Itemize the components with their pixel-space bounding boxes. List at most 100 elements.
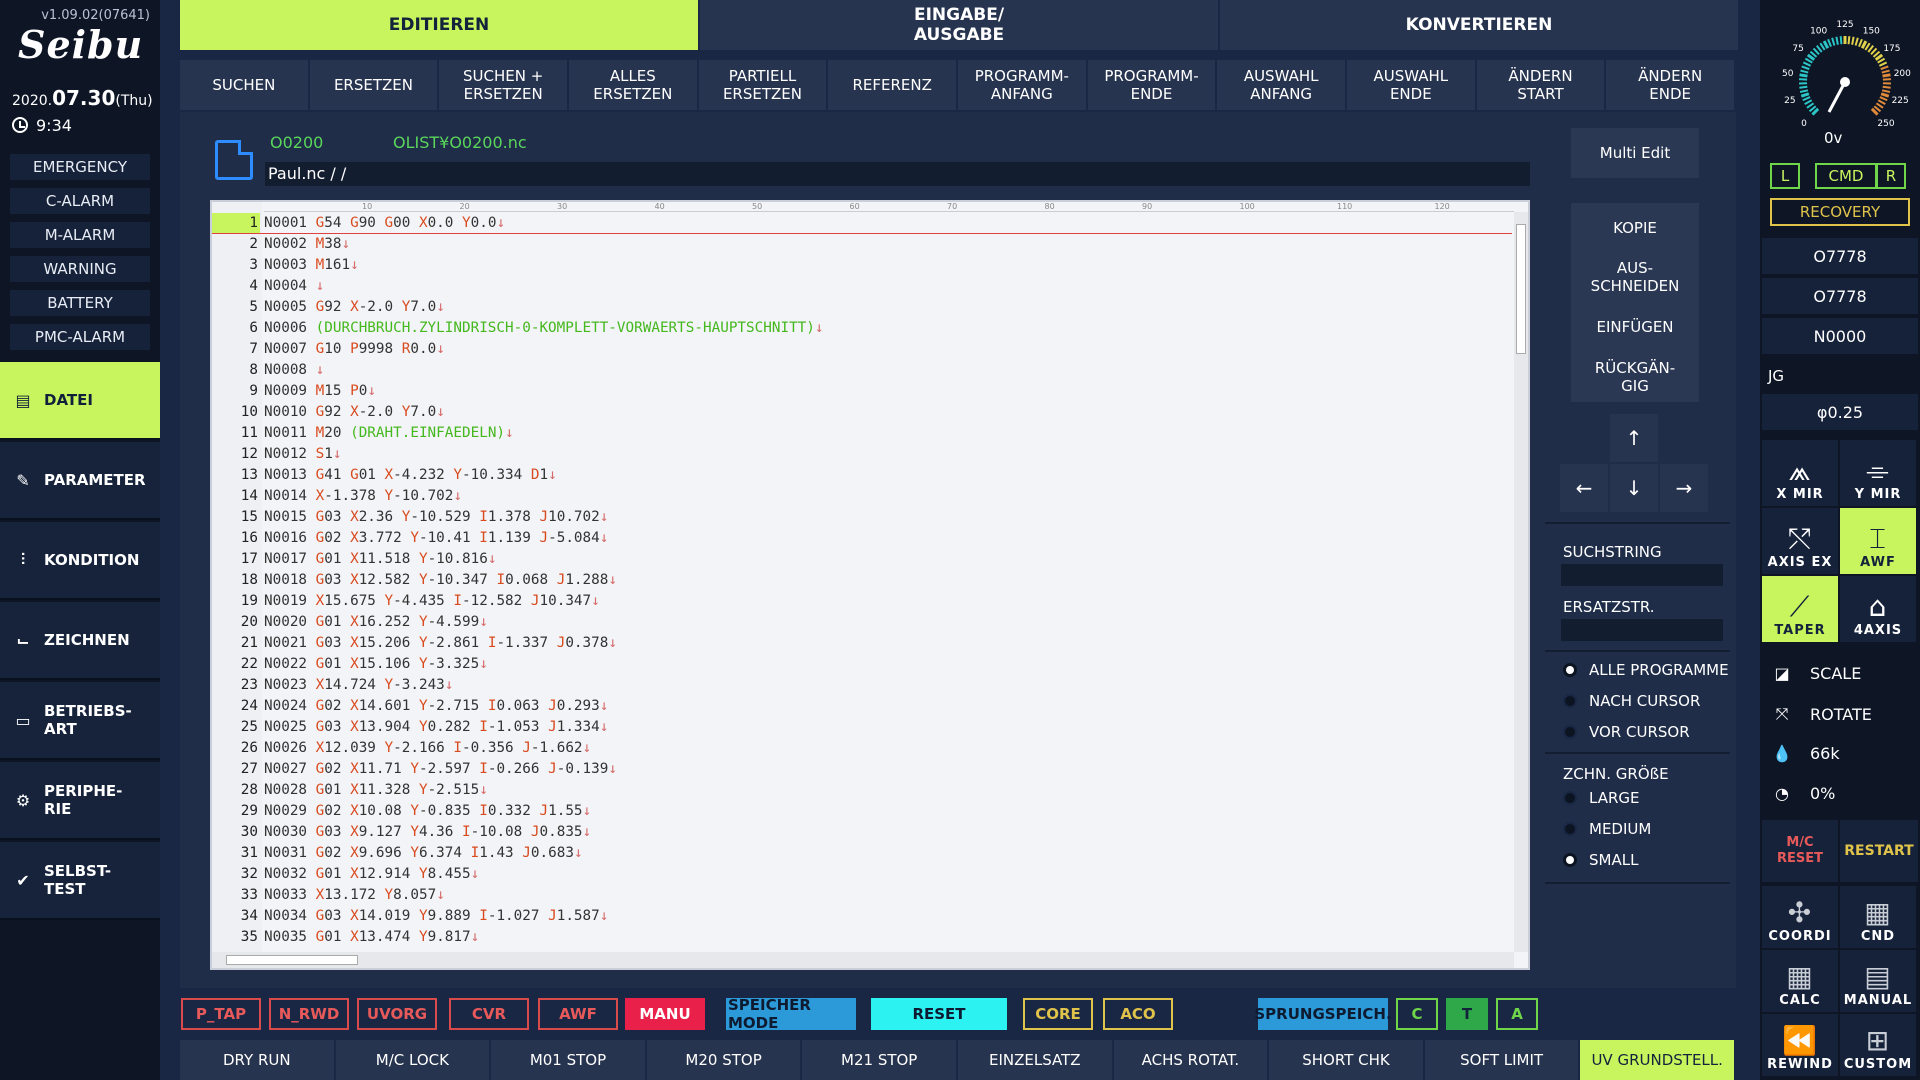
multi-edit-button[interactable]: Multi Edit [1571, 128, 1699, 178]
scope-nach-cursor-radio[interactable]: NACH CURSOR [1563, 692, 1700, 710]
horizontal-scrollbar[interactable] [212, 952, 1514, 968]
code-line[interactable]: 5 N0005 G92 X-2.0 Y7.0↓ [212, 297, 1512, 318]
tab-editieren[interactable]: EDITIEREN [180, 0, 700, 50]
size-large-radio[interactable]: LARGE [1563, 789, 1640, 807]
toolbar-suchen-ersetzen-button[interactable]: SUCHEN + ERSETZEN [439, 60, 569, 110]
cnd-button[interactable]: ▦ CND [1840, 886, 1916, 948]
paste-button[interactable]: EINFÜGEN [1571, 302, 1699, 352]
arrow-left-button[interactable]: ← [1560, 464, 1608, 512]
recovery-button[interactable]: RECOVERY [1770, 198, 1910, 226]
taper-button[interactable]: ⟋ TAPER [1762, 576, 1838, 642]
cut-button[interactable]: AUS- SCHNEIDEN [1571, 252, 1699, 302]
y-mir-button[interactable]: ⌯ Y MIR [1840, 440, 1916, 506]
toolbar-alles-ersetzen-button[interactable]: ALLES ERSETZEN [569, 60, 699, 110]
nav-periphe-rie[interactable]: ⚙ PERIPHE- RIE [0, 762, 160, 840]
arrow-up-button[interactable]: ↑ [1610, 414, 1658, 462]
code-line[interactable]: 9 N0009 M15 P0↓ [212, 381, 1512, 402]
toolbar-auswahl-anfang-button[interactable]: AUSWAHL ANFANG [1217, 60, 1347, 110]
nav-kondition[interactable]: ⫶ KONDITION [0, 522, 160, 600]
code-line[interactable]: 1 N0001 G54 G90 G00 X0.0 Y0.0↓ [212, 213, 1512, 234]
code-line[interactable]: 33 N0033 X13.172 Y8.057↓ [212, 885, 1512, 906]
size-medium-radio[interactable]: MEDIUM [1563, 820, 1651, 838]
vertical-scroll-thumb[interactable] [1516, 224, 1526, 354]
horizontal-scroll-thumb[interactable] [226, 955, 358, 965]
code-line[interactable]: 23 N0023 X14.724 Y-3.243↓ [212, 675, 1512, 696]
code-line[interactable]: 10 N0010 G92 X-2.0 Y7.0↓ [212, 402, 1512, 423]
manual-button[interactable]: ▤ MANUAL [1840, 950, 1916, 1012]
toolbar-referenz-button[interactable]: REFERENZ [828, 60, 958, 110]
scope-alle-programme-radio[interactable]: ALLE PROGRAMME [1563, 661, 1729, 679]
nav-betriebs-art[interactable]: ▭ BETRIEBS- ART [0, 682, 160, 760]
toolbar-auswahl-ende-button[interactable]: AUSWAHL ENDE [1347, 60, 1477, 110]
tab-konvertieren[interactable]: KONVERTIEREN [1220, 0, 1740, 50]
code-line[interactable]: 21 N0021 G03 X15.206 Y-2.861 I-1.337 J0.3… [212, 633, 1512, 654]
awf-button[interactable]: ⌶ AWF [1840, 508, 1916, 574]
code-line[interactable]: 11 N0011 M20 (DRAHT.EINFAEDELN)↓ [212, 423, 1512, 444]
mode-soft-limit-button[interactable]: SOFT LIMIT [1424, 1040, 1581, 1080]
vertical-scrollbar[interactable] [1514, 212, 1528, 952]
code-line[interactable]: 35 N0035 G01 X13.474 Y9.817↓ [212, 927, 1512, 948]
nav-datei[interactable]: ▤ DATEI [0, 362, 160, 440]
mode-m01-stop-button[interactable]: M01 STOP [491, 1040, 647, 1080]
size-small-radio[interactable]: SMALL [1563, 851, 1638, 869]
search-string-input[interactable] [1561, 564, 1723, 586]
code-line[interactable]: 19 N0019 X15.675 Y-4.435 I-12.582 J10.347… [212, 591, 1512, 612]
code-line[interactable]: 25 N0025 G03 X13.904 Y0.282 I-1.053 J1.33… [212, 717, 1512, 738]
scale-row[interactable]: ◪ SCALE [1770, 664, 1861, 683]
tab-eingabe-ausgabe[interactable]: EINGABE/ AUSGABE [700, 0, 1220, 50]
mode-dry-run-button[interactable]: DRY RUN [180, 1040, 336, 1080]
code-line[interactable]: 12 N0012 S1↓ [212, 444, 1512, 465]
undo-button[interactable]: RÜCKGÄN- GIG [1571, 352, 1699, 402]
code-line[interactable]: 27 N0027 G02 X11.71 Y-2.597 I-0.266 J-0.1… [212, 759, 1512, 780]
toolbar-partiell-ersetzen-button[interactable]: PARTIELL ERSETZEN [698, 60, 829, 110]
toolbar-ändern-start-button[interactable]: ÄNDERN START [1476, 60, 1607, 110]
code-line[interactable]: 4 N0004 ↓ [212, 276, 1512, 297]
code-line[interactable]: 15 N0015 G03 X2.36 Y-10.529 I1.378 J10.70… [212, 507, 1512, 528]
code-line[interactable]: 30 N0030 G03 X9.127 Y4.36 I-10.08 J0.835↓ [212, 822, 1512, 843]
code-line[interactable]: 8 N0008 ↓ [212, 360, 1512, 381]
mode-einzelsatz-button[interactable]: EINZELSATZ [958, 1040, 1114, 1080]
code-line[interactable]: 7 N0007 G10 P9998 R0.0↓ [212, 339, 1512, 360]
nav-selbst-test[interactable]: ✔ SELBST- TEST [0, 842, 160, 920]
mode-achs-rotat-button[interactable]: ACHS ROTAT. [1113, 1040, 1270, 1080]
x-mir-button[interactable]: ⩕ X MIR [1762, 440, 1838, 506]
code-line[interactable]: 29 N0029 G02 X10.08 Y-0.835 I0.332 J1.55↓ [212, 801, 1512, 822]
custom-button[interactable]: ⊞ CUSTOM [1840, 1014, 1916, 1076]
axis-ex-button[interactable]: ⤲ AXIS EX [1762, 508, 1838, 574]
restart-button[interactable]: RESTART [1840, 820, 1918, 882]
code-line[interactable]: 20 N0020 G01 X16.252 Y-4.599↓ [212, 612, 1512, 633]
toolbar-programm-ende-button[interactable]: PROGRAMM- ENDE [1087, 60, 1218, 110]
scope-vor-cursor-radio[interactable]: VOR CURSOR [1563, 723, 1690, 741]
mode-m21-stop-button[interactable]: M21 STOP [802, 1040, 958, 1080]
coordi-button[interactable]: ✣ COORDI [1762, 886, 1838, 948]
code-line[interactable]: 34 N0034 G03 X14.019 Y9.889 I-1.027 J1.58… [212, 906, 1512, 927]
arrow-right-button[interactable]: → [1660, 464, 1708, 512]
toolbar-suchen-button[interactable]: SUCHEN [180, 60, 310, 110]
nav-parameter[interactable]: ✎ PARAMETER [0, 442, 160, 520]
code-line[interactable]: 14 N0014 X-1.378 Y-10.702↓ [212, 486, 1512, 507]
toolbar-ändern-ende-button[interactable]: ÄNDERN ENDE [1606, 60, 1736, 110]
code-line[interactable]: 13 N0013 G41 G01 X-4.232 Y-10.334 D1↓ [212, 465, 1512, 486]
rewind-button[interactable]: ⏪ REWIND [1762, 1014, 1838, 1076]
code-line[interactable]: 3 N0003 M161↓ [212, 255, 1512, 276]
arrow-down-button[interactable]: ↓ [1610, 464, 1658, 512]
replace-string-input[interactable] [1561, 619, 1723, 641]
copy-button[interactable]: KOPIE [1571, 203, 1699, 253]
mode-m20-stop-button[interactable]: M20 STOP [646, 1040, 803, 1080]
calc-button[interactable]: ▦ CALC [1762, 950, 1838, 1012]
mode-short-chk-button[interactable]: SHORT CHK [1269, 1040, 1425, 1080]
mode-uv-grundstell-button[interactable]: UV GRUNDSTELL. [1580, 1040, 1736, 1080]
mc-reset-button[interactable]: M/C RESET [1762, 820, 1838, 882]
code-editor[interactable]: 10 20 30 40 50 60 70 80 90 100 110 120 1 N0001 G54 G… [210, 200, 1530, 970]
code-line[interactable]: 6 N0006 (DURCHBRUCH.ZYLINDRISCH-0-KOMPLET… [212, 318, 1512, 339]
code-line[interactable]: 24 N0024 G02 X14.601 Y-2.715 I0.063 J0.29… [212, 696, 1512, 717]
code-line[interactable]: 31 N0031 G02 X9.696 Y6.374 I1.43 J0.683↓ [212, 843, 1512, 864]
code-line[interactable]: 2 N0002 M38↓ [212, 234, 1512, 255]
code-line[interactable]: 16 N0016 G02 X3.772 Y-10.41 I1.139 J-5.08… [212, 528, 1512, 549]
code-line[interactable]: 32 N0032 G01 X12.914 Y8.455↓ [212, 864, 1512, 885]
code-line[interactable]: 22 N0022 G01 X15.106 Y-3.325↓ [212, 654, 1512, 675]
code-line[interactable]: 17 N0017 G01 X11.518 Y-10.816↓ [212, 549, 1512, 570]
toolbar-programm-anfang-button[interactable]: PROGRAMM- ANFANG [958, 60, 1088, 110]
code-line[interactable]: 28 N0028 G01 X11.328 Y-2.515↓ [212, 780, 1512, 801]
mode-m-c-lock-button[interactable]: M/C LOCK [335, 1040, 492, 1080]
